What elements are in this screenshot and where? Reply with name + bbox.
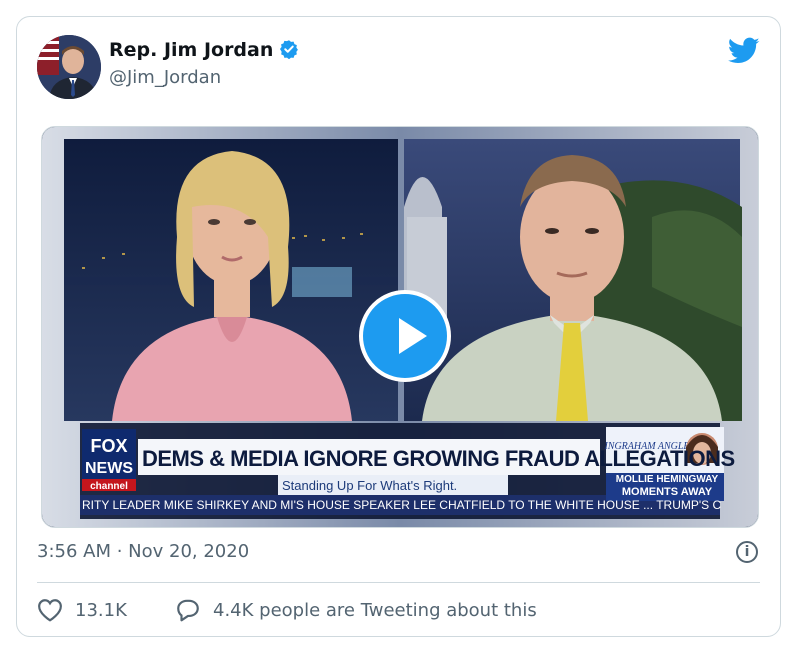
avatar[interactable] <box>37 35 101 99</box>
info-icon[interactable]: i <box>736 541 758 563</box>
author-name-text[interactable]: Rep. Jim Jordan <box>109 39 273 61</box>
tweet-card: Rep. Jim Jordan @Jim_Jordan FOX NEWS cha… <box>16 16 781 637</box>
like-button[interactable]: 13.1K <box>37 596 127 624</box>
divider <box>37 582 760 583</box>
video-subheadline: Standing Up For What's Right. <box>282 478 458 493</box>
tweet-timestamp[interactable]: 3:56 AM · Nov 20, 2020 <box>37 541 249 562</box>
fox-logo-line2: NEWS <box>85 460 133 477</box>
video-headline: DEMS & MEDIA IGNORE GROWING FRAUD ALLEGA… <box>142 446 735 471</box>
twitter-bird-icon[interactable] <box>727 37 760 69</box>
heart-icon <box>37 598 63 622</box>
video-player[interactable]: FOX NEWS channel INGRAHAM ANGLE DEMS & M… <box>41 126 759 528</box>
video-crawl: RITY LEADER MIKE SHIRKEY AND MI'S HOUSE … <box>82 498 722 512</box>
fox-logo-line3: channel <box>90 481 128 492</box>
author-name[interactable]: Rep. Jim Jordan <box>109 39 299 64</box>
promo-line1: MOLLIE HEMINGWAY <box>615 474 719 485</box>
conversation-link[interactable]: 4.4K people are Tweeting about this <box>175 596 537 624</box>
play-button[interactable] <box>359 290 451 382</box>
author-handle[interactable]: @Jim_Jordan <box>109 67 221 88</box>
verified-badge-icon <box>279 39 299 64</box>
speech-bubble-icon <box>175 598 201 622</box>
like-count: 13.1K <box>75 599 127 621</box>
fox-logo-line1: FOX <box>90 436 127 456</box>
conversation-text: 4.4K people are Tweeting about this <box>213 599 537 621</box>
avatar-image <box>37 35 101 99</box>
